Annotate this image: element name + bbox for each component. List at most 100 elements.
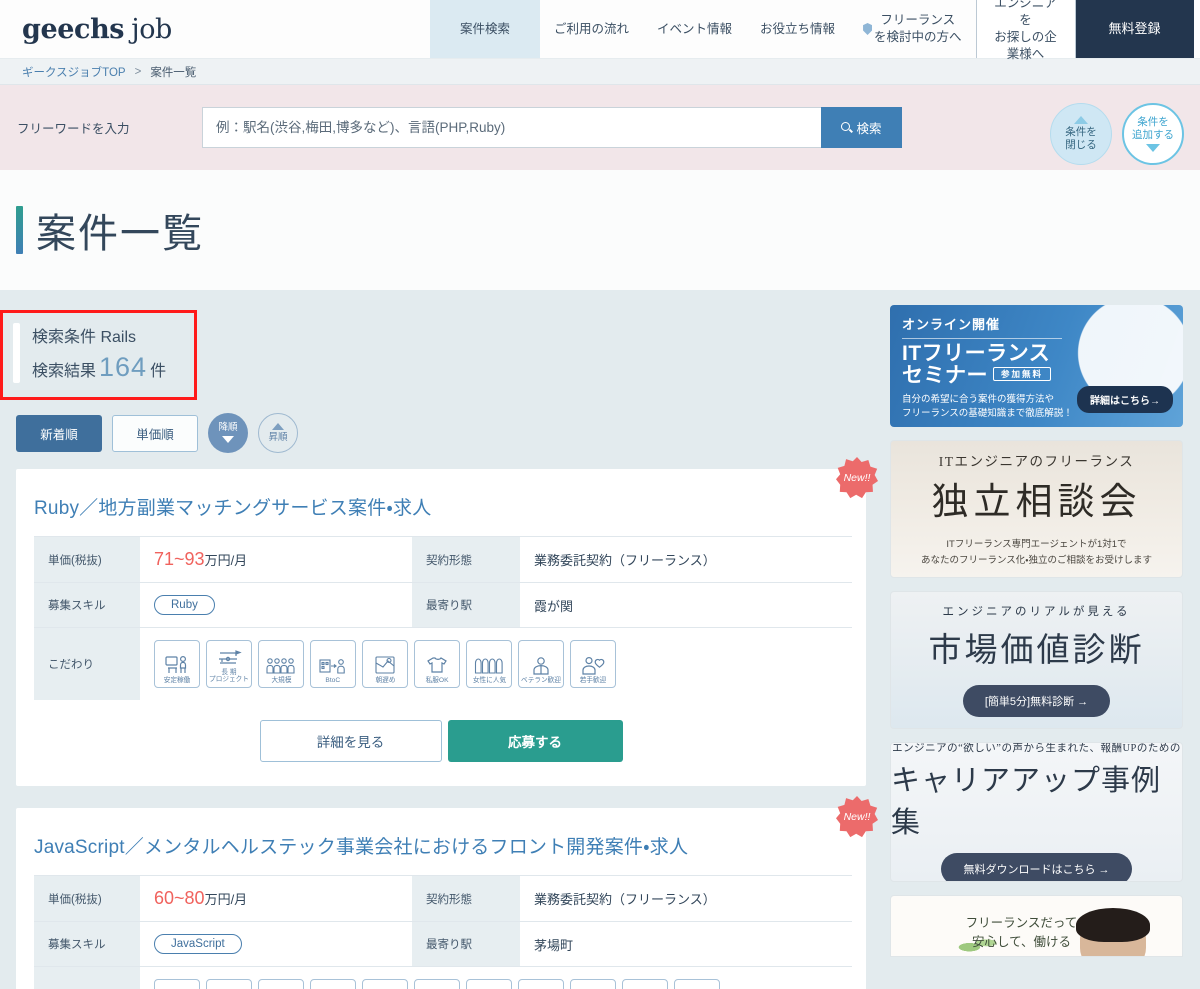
price-label: 単価(税抜) bbox=[34, 536, 140, 583]
nav-item-job-search[interactable]: 案件検索 bbox=[430, 0, 540, 58]
station-value: 霞が関 bbox=[520, 582, 852, 628]
payment-icon bbox=[310, 979, 356, 989]
banner-peace-of-mind[interactable]: フリーランスだって 安心して、働ける bbox=[890, 895, 1183, 957]
skill-label: 募集スキル bbox=[34, 582, 140, 628]
station-label: 最寄り駅 bbox=[412, 582, 520, 628]
career-up-title: キャリアアップ事例集 bbox=[891, 764, 1162, 839]
page-title: 案件一覧 bbox=[36, 212, 204, 256]
company-transfer-icon bbox=[414, 979, 460, 989]
freeword-label: フリーワードを入力 bbox=[17, 122, 130, 136]
close-conditions-button[interactable]: 条件を 閉じる bbox=[1050, 103, 1112, 165]
skill-tag[interactable]: Ruby bbox=[154, 595, 215, 615]
seminar-free-pill: 参加無料 bbox=[993, 366, 1052, 382]
contract-label: 契約形態 bbox=[412, 875, 520, 922]
stable-work-icon: 安定稼働 bbox=[154, 640, 200, 688]
large-scale-icon: 大規模 bbox=[258, 640, 304, 688]
peace-line1: フリーランスだって bbox=[965, 916, 1078, 931]
icon-caption: 大規模 bbox=[271, 676, 291, 684]
logo-bold: geechs bbox=[22, 13, 125, 45]
market-value-cta-button[interactable]: [簡単5分]無料診断 → bbox=[962, 685, 1111, 717]
table-row: 単価(税抜) 71~93万円/月 契約形態 業務委託契約（フリーランス） bbox=[34, 536, 852, 583]
banner-market-value[interactable]: エンジニアのリアルが見える 市場価値診断 [簡単5分]無料診断 → bbox=[890, 591, 1183, 729]
nav-item-for-freelancers[interactable]: フリーランス を検討中の方へ bbox=[849, 0, 976, 58]
banner-independence-consultation[interactable]: ITエンジニアのフリーランス 独立相談会 ITフリーランス専門エージェントが1対… bbox=[890, 440, 1183, 578]
table-row: 募集スキル Ruby 最寄り駅 霞が関 bbox=[34, 582, 852, 628]
search-button-label: 検索 bbox=[856, 122, 882, 136]
nav-label: フリーランス を検討中の方へ bbox=[874, 13, 962, 44]
site-header: geechs job 案件検索 ご利用の流れ イベント情報 お役立ち情報 フリー… bbox=[0, 0, 1200, 61]
icon-caption: 長 期 プロジェクト bbox=[209, 669, 249, 684]
skill-cell: Ruby bbox=[140, 582, 412, 628]
contract-value: 業務委託契約（フリーランス） bbox=[520, 536, 852, 583]
search-summary: 検索条件 Rails 検索結果 164 件 bbox=[7, 317, 188, 391]
nav-item-free-register[interactable]: 無料登録 bbox=[1075, 0, 1194, 58]
divider bbox=[902, 338, 1062, 339]
clean-office-icon bbox=[622, 979, 668, 989]
sort-controls: 新着順 単価順 降順 昇順 bbox=[16, 413, 883, 453]
breadcrumb-home[interactable]: ギークスジョブTOP bbox=[22, 64, 126, 80]
sort-price-button[interactable]: 単価順 bbox=[112, 414, 198, 452]
nav-item-useful-info[interactable]: お役立ち情報 bbox=[746, 0, 849, 58]
main-nav: 案件検索 ご利用の流れ イベント情報 お役立ち情報 フリーランス を検討中の方へ… bbox=[430, 0, 1200, 61]
nav-label: ご利用の流れ bbox=[554, 21, 630, 36]
nav-item-for-companies[interactable]: エンジニアを お探しの企業様へ bbox=[975, 0, 1076, 61]
icon-caption: 安定稼働 bbox=[163, 676, 191, 684]
sort-descending-button[interactable]: 降順 bbox=[208, 413, 248, 453]
peace-of-mind-text: フリーランスだって 安心して、働ける bbox=[966, 914, 1078, 952]
consult-desc-line1: ITフリーランス専門エージェントが1対1で bbox=[946, 539, 1127, 551]
station-near-icon bbox=[570, 979, 616, 989]
late-morning-icon bbox=[466, 979, 512, 989]
icon-caption: 若手歓迎 bbox=[579, 676, 607, 684]
price-label: 単価(税抜) bbox=[34, 875, 140, 922]
nav-label: エンジニアを お探しの企業様へ bbox=[994, 0, 1057, 61]
logo[interactable]: geechs job bbox=[0, 0, 430, 58]
main-content: 検索条件 Rails 検索結果 164 件 新着順 単価順 降順 昇順 New!… bbox=[0, 290, 1200, 989]
feature-icon-row: 長 期 bbox=[154, 979, 838, 989]
casual-wear-icon: 私服OK bbox=[414, 640, 460, 688]
search-button[interactable]: 検索 bbox=[821, 107, 902, 148]
banner-it-freelance-seminar[interactable]: オンライン開催 ITフリーランス セミナー 参加無料 自分の希望に合う案件の獲得方… bbox=[890, 305, 1183, 427]
price-cell: 71~93万円/月 bbox=[140, 536, 412, 583]
nav-label: 無料登録 bbox=[1108, 21, 1161, 37]
search-icon bbox=[841, 122, 852, 133]
job-card[interactable]: New!! Ruby／地方副業マッチングサービス案件・求人 単価(税抜) 71~… bbox=[16, 457, 878, 786]
search-condition-value: Rails bbox=[100, 329, 137, 346]
search-result-row: 検索結果 164 件 bbox=[32, 352, 166, 383]
popular-women-icon: 女性に人気 bbox=[466, 640, 512, 688]
apply-button[interactable]: 応募する bbox=[447, 720, 623, 762]
nav-item-events[interactable]: イベント情報 bbox=[643, 0, 746, 58]
casual-wear-icon bbox=[518, 979, 564, 989]
search-condition-label: 検索条件 bbox=[32, 329, 97, 346]
icon-caption: 私服OK bbox=[425, 676, 449, 684]
banner-career-up[interactable]: エンジニアの“欲しい”の声から生まれた、報酬UPのための キャリアアップ事例集 … bbox=[890, 742, 1183, 882]
nav-item-how-to-use[interactable]: ご利用の流れ bbox=[540, 0, 643, 58]
nav-label: お役立ち情報 bbox=[760, 21, 836, 36]
table-row: こだわり bbox=[34, 966, 852, 989]
add-conditions-button[interactable]: 条件を 追加する bbox=[1122, 103, 1184, 165]
price-unit: 万円/月 bbox=[204, 892, 248, 907]
sort-newest-button[interactable]: 新着順 bbox=[16, 414, 102, 452]
peace-line2: 安心して、働ける bbox=[971, 935, 1071, 949]
career-up-cta-button[interactable]: 無料ダウンロードはこちら → bbox=[941, 852, 1132, 881]
breadcrumb: ギークスジョブTOP > 案件一覧 bbox=[0, 59, 1200, 85]
sort-ascending-button[interactable]: 昇順 bbox=[258, 413, 298, 453]
seminar-cta-button[interactable]: 詳細はこちら→ bbox=[1077, 386, 1173, 413]
search-input[interactable] bbox=[202, 107, 821, 148]
sort-descending-label: 降順 bbox=[218, 422, 238, 434]
job-title[interactable]: JavaScript／メンタルヘルステック事業会社におけるフロント開発案件・求人 bbox=[16, 808, 866, 875]
sort-newest-label: 新着順 bbox=[40, 427, 78, 442]
station-label: 最寄り駅 bbox=[412, 921, 520, 967]
veteran-welcome-icon: ベテラン歓迎 bbox=[518, 640, 564, 688]
network-icon bbox=[206, 979, 252, 989]
results-column: 検索条件 Rails 検索結果 164 件 新着順 単価順 降順 昇順 New!… bbox=[0, 290, 883, 989]
table-row: こだわり 安定稼働 長 期 プロジェクト 大規模 BtoC 朝遅め 私服OK 女… bbox=[34, 627, 852, 700]
market-value-kicker: エンジニアのリアルが見える bbox=[942, 606, 1131, 618]
job-card[interactable]: New!! JavaScript／メンタルヘルステック事業会社におけるフロント開… bbox=[16, 796, 878, 989]
arrow-down-icon bbox=[222, 435, 234, 443]
market-value-title: 市場価値診断 bbox=[928, 633, 1145, 669]
logo-light: job bbox=[131, 13, 172, 45]
skill-tag[interactable]: JavaScript bbox=[154, 934, 242, 954]
veteran-welcome-icon bbox=[674, 979, 720, 989]
view-detail-button[interactable]: 詳細を見る bbox=[259, 720, 442, 762]
job-title[interactable]: Ruby／地方副業マッチングサービス案件・求人 bbox=[16, 469, 866, 536]
